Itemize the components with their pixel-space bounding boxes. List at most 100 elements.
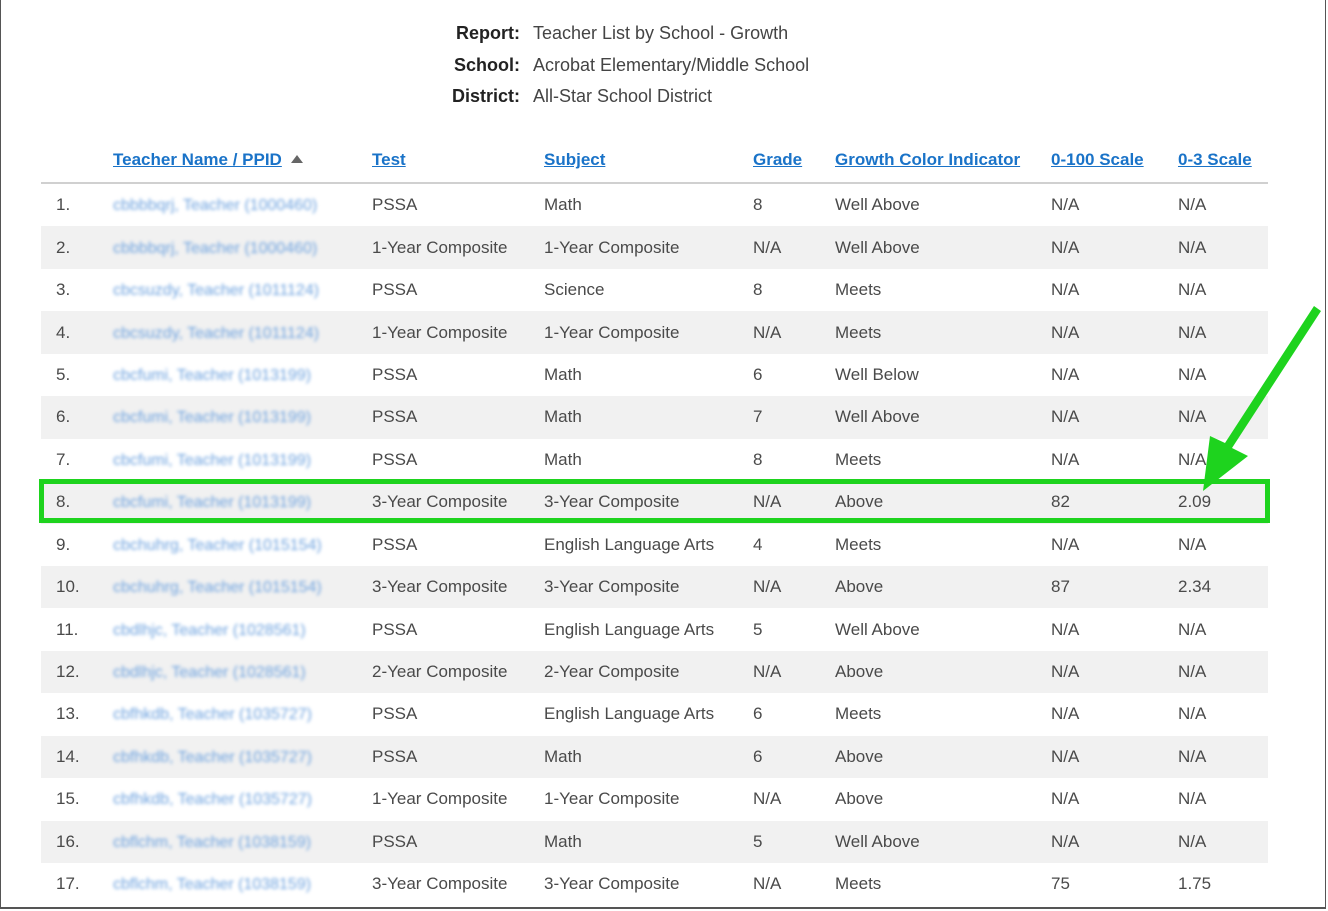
grade-cell: N/A bbox=[753, 226, 835, 269]
teacher-name-link[interactable]: cbchuhrg, Teacher (1015154) bbox=[113, 537, 322, 555]
scale100-cell: 82 bbox=[1051, 481, 1178, 524]
scale3-cell: 1.75 bbox=[1178, 874, 1212, 894]
scale3-cell: N/A bbox=[1178, 619, 1207, 639]
sort-scale3-link[interactable]: 0-3 Scale bbox=[1178, 150, 1252, 169]
scale100-cell: N/A bbox=[1051, 650, 1178, 694]
teacher-name-link[interactable]: cbfhkdb, Teacher (1035727) bbox=[113, 791, 312, 809]
teacher-name-link[interactable]: cbdlhjc, Teacher (1028561) bbox=[113, 622, 306, 640]
grade-cell: N/A bbox=[753, 311, 835, 354]
sort-grade-link[interactable]: Grade bbox=[753, 150, 802, 169]
subject-cell: 3-Year Composite bbox=[544, 481, 753, 524]
growth-cell: Well Below bbox=[835, 364, 919, 384]
scale3-cell: N/A bbox=[1178, 820, 1268, 863]
scale100-cell: N/A bbox=[1051, 735, 1178, 779]
scale3-cell: N/A bbox=[1178, 789, 1207, 809]
growth-cell: Above bbox=[835, 650, 1051, 694]
teacher-name-link[interactable]: cbfhkdb, Teacher (1035727) bbox=[113, 706, 312, 724]
teacher-name-link[interactable]: cbcfumi, Teacher (1013199) bbox=[113, 409, 311, 427]
teacher-name-link[interactable]: cbcfumi, Teacher (1013199) bbox=[113, 452, 311, 470]
teacher-name-link[interactable]: cbchuhrg, Teacher (1015154) bbox=[113, 579, 322, 597]
report-label: Report: bbox=[456, 23, 520, 43]
grade-cell: 5 bbox=[753, 619, 763, 639]
report-row: Report: Teacher List by School - Growth bbox=[0, 19, 1328, 51]
scale3-cell: N/A bbox=[1178, 704, 1207, 724]
grade-cell: N/A bbox=[753, 789, 782, 809]
test-cell: 1-Year Composite bbox=[372, 226, 544, 269]
header-test: Test bbox=[372, 138, 544, 184]
teacher-name-link[interactable]: cbflchm, Teacher (1038159) bbox=[113, 876, 311, 894]
growth-cell: Well Above bbox=[835, 396, 1051, 439]
grade-cell: 8 bbox=[753, 449, 763, 469]
grade-cell: N/A bbox=[753, 565, 835, 609]
teacher-cell: cbcfumi, Teacher (1013199) bbox=[113, 439, 372, 481]
teacher-cell: cbcsuzdy, Teacher (1011124) bbox=[113, 269, 372, 311]
table-row: 1. cbbbbqrj, Teacher (1000460) PSSA Math 8 We… bbox=[41, 183, 1268, 226]
district-value: All-Star School District bbox=[533, 86, 713, 106]
table-row: 15. cbfhkdb, Teacher (1035727) 1-Year Comp… bbox=[41, 778, 1268, 820]
table-row: 4. cbcsuzdy, Teacher (1011124) 1-Year Comp… bbox=[41, 311, 1268, 354]
teacher-cell: cbdlhjc, Teacher (1028561) bbox=[113, 650, 372, 694]
teacher-name-link[interactable]: cbdlhjc, Teacher (1028561) bbox=[113, 664, 306, 682]
sort-ascending-icon[interactable] bbox=[290, 155, 303, 163]
header-subject: Subject bbox=[544, 138, 753, 184]
teacher-name-link[interactable]: cbflchm, Teacher (1038159) bbox=[113, 834, 311, 852]
report-header: Report: Teacher List by School - Growth … bbox=[0, 19, 1328, 114]
growth-cell: Meets bbox=[835, 874, 882, 894]
scale3-cell: N/A bbox=[1178, 226, 1268, 269]
teacher-name-link[interactable]: cbbbbqrj, Teacher (1000460) bbox=[113, 240, 317, 258]
growth-cell: Meets bbox=[835, 704, 882, 724]
test-cell: PSSA bbox=[372, 735, 544, 779]
header-scale3: 0-3 Scale bbox=[1178, 138, 1268, 184]
scale100-cell: N/A bbox=[1051, 534, 1080, 554]
test-cell: PSSA bbox=[372, 195, 418, 215]
teacher-cell: cbchuhrg, Teacher (1015154) bbox=[113, 565, 372, 609]
grade-cell: 8 bbox=[753, 195, 763, 215]
table-body: 1. cbbbbqrj, Teacher (1000460) PSSA Math 8 We… bbox=[41, 183, 1268, 905]
header-index bbox=[41, 138, 113, 184]
teacher-name-link[interactable]: cbfhkdb, Teacher (1035727) bbox=[113, 749, 312, 767]
table-row: 16. cbflchm, Teacher (1038159) PSSA Math 5 We… bbox=[41, 820, 1268, 863]
teacher-name-link[interactable]: cbcfumi, Teacher (1013199) bbox=[113, 494, 311, 512]
teacher-name-link[interactable]: cbcfumi, Teacher (1013199) bbox=[113, 367, 311, 385]
sort-subject-link[interactable]: Subject bbox=[544, 150, 605, 169]
teacher-name-link[interactable]: cbcsuzdy, Teacher (1011124) bbox=[113, 325, 319, 343]
teacher-cell: cbcfumi, Teacher (1013199) bbox=[113, 354, 372, 396]
test-cell: PSSA bbox=[372, 364, 418, 384]
teacher-cell: cbflchm, Teacher (1038159) bbox=[113, 820, 372, 863]
subject-cell: 1-Year Composite bbox=[544, 226, 753, 269]
scale100-cell: N/A bbox=[1051, 364, 1080, 384]
header-growth: Growth Color Indicator bbox=[835, 138, 1051, 184]
subject-cell: Math bbox=[544, 820, 753, 863]
table-row: 9. cbchuhrg, Teacher (1015154) PSSA English… bbox=[41, 524, 1268, 566]
scale3-cell: N/A bbox=[1178, 650, 1268, 694]
scale3-cell: N/A bbox=[1178, 364, 1207, 384]
school-value: Acrobat Elementary/Middle School bbox=[533, 54, 810, 75]
test-cell: PSSA bbox=[372, 820, 544, 863]
row-index: 1. bbox=[56, 195, 71, 215]
growth-cell: Above bbox=[835, 789, 884, 809]
growth-cell: Well Above bbox=[835, 226, 1051, 269]
sort-scale100-link[interactable]: 0-100 Scale bbox=[1051, 150, 1144, 169]
test-cell: 1-Year Composite bbox=[372, 789, 508, 809]
grade-cell: 6 bbox=[753, 704, 763, 724]
test-cell: 3-Year Composite bbox=[372, 565, 544, 609]
row-index: 13. bbox=[56, 704, 80, 724]
subject-cell: English Language Arts bbox=[544, 534, 715, 554]
sort-growth-link[interactable]: Growth Color Indicator bbox=[835, 150, 1020, 169]
sort-test-link[interactable]: Test bbox=[372, 150, 406, 169]
school-label: School: bbox=[454, 54, 520, 75]
scale100-cell: N/A bbox=[1051, 449, 1080, 469]
teacher-name-link[interactable]: cbcsuzdy, Teacher (1011124) bbox=[113, 282, 319, 300]
subject-cell: 3-Year Composite bbox=[544, 874, 680, 894]
teacher-cell: cbfhkdb, Teacher (1035727) bbox=[113, 735, 372, 779]
header-row: Teacher Name / PPID Test Subject Grade G… bbox=[41, 138, 1268, 184]
sort-teacher-link[interactable]: Teacher Name / PPID bbox=[113, 150, 282, 169]
subject-cell: 1-Year Composite bbox=[544, 311, 753, 354]
teacher-name-link[interactable]: cbbbbqrj, Teacher (1000460) bbox=[113, 197, 317, 215]
grade-cell: 8 bbox=[753, 280, 763, 300]
grade-cell: 6 bbox=[753, 735, 835, 779]
teacher-cell: cbbbbqrj, Teacher (1000460) bbox=[113, 226, 372, 269]
table-row: 17. cbflchm, Teacher (1038159) 3-Year Comp… bbox=[41, 863, 1268, 905]
test-cell: PSSA bbox=[372, 619, 418, 639]
subject-cell: 3-Year Composite bbox=[544, 565, 753, 609]
